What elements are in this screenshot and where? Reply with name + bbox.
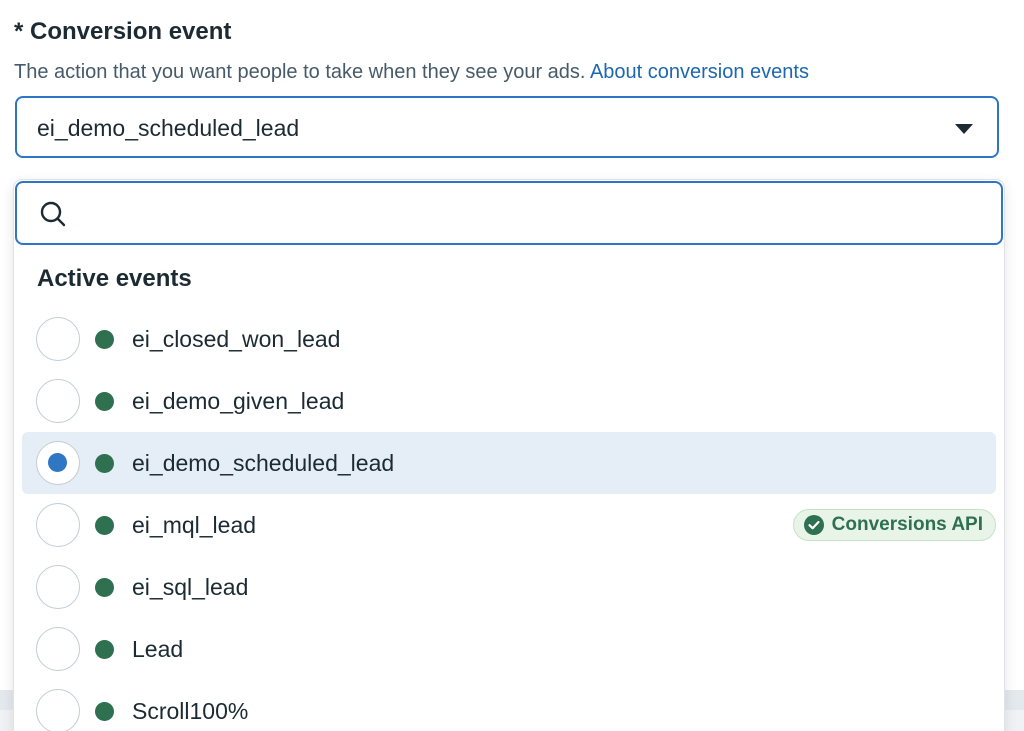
about-conversion-events-link[interactable]: About conversion events [590, 61, 809, 83]
status-dot-active [95, 516, 114, 535]
event-row-selected[interactable]: ei_demo_scheduled_lead [22, 432, 996, 494]
event-row[interactable]: Scroll100% [22, 680, 996, 731]
conversions-api-badge: Conversions API [792, 509, 996, 541]
conversion-event-select[interactable]: ei_demo_scheduled_lead [15, 96, 999, 158]
event-row[interactable]: ei_mql_lead Conversions API [22, 494, 996, 556]
event-name: Scroll100% [132, 698, 249, 724]
radio-button[interactable] [36, 317, 80, 361]
event-list: ei_closed_won_lead ei_demo_given_lead ei… [22, 308, 996, 731]
check-circle-icon [803, 515, 824, 535]
radio-button[interactable] [36, 565, 80, 609]
search-field[interactable] [15, 181, 1003, 245]
search-input[interactable] [83, 195, 967, 233]
event-name: ei_demo_given_lead [132, 388, 345, 414]
section-title-active-events: Active events [37, 265, 192, 292]
radio-button[interactable] [36, 627, 80, 671]
event-name: ei_sql_lead [132, 574, 249, 600]
event-name: ei_mql_lead [132, 512, 257, 538]
status-dot-active [95, 330, 114, 349]
radio-checked-dot [48, 453, 67, 472]
event-name: ei_demo_scheduled_lead [132, 450, 395, 476]
field-label: * Conversion event [14, 18, 232, 45]
field-description-text: The action that you want people to take … [14, 61, 586, 83]
event-dropdown-menu: Active events ei_closed_won_lead ei_demo… [14, 180, 1004, 731]
status-dot-active [95, 640, 114, 659]
status-dot-active [95, 392, 114, 411]
event-name: Lead [132, 636, 184, 662]
event-row[interactable]: ei_closed_won_lead [22, 308, 996, 370]
selected-event-value: ei_demo_scheduled_lead [37, 115, 300, 141]
radio-button[interactable] [36, 689, 80, 731]
status-dot-active [95, 454, 114, 473]
radio-button[interactable] [36, 379, 80, 423]
event-row[interactable]: ei_sql_lead [22, 556, 996, 618]
search-icon [40, 201, 66, 227]
status-dot-active [95, 702, 114, 721]
event-row[interactable]: ei_demo_given_lead [22, 370, 996, 432]
caret-down-icon [955, 124, 973, 134]
radio-button-checked[interactable] [36, 441, 80, 485]
badge-label: Conversions API [831, 514, 983, 535]
status-dot-active [95, 578, 114, 597]
field-description: The action that you want people to take … [14, 58, 809, 86]
radio-button[interactable] [36, 503, 80, 547]
event-row[interactable]: Lead [22, 618, 996, 680]
conversion-event-page: * Conversion event The action that you w… [0, 0, 1024, 731]
event-name: ei_closed_won_lead [132, 326, 341, 352]
